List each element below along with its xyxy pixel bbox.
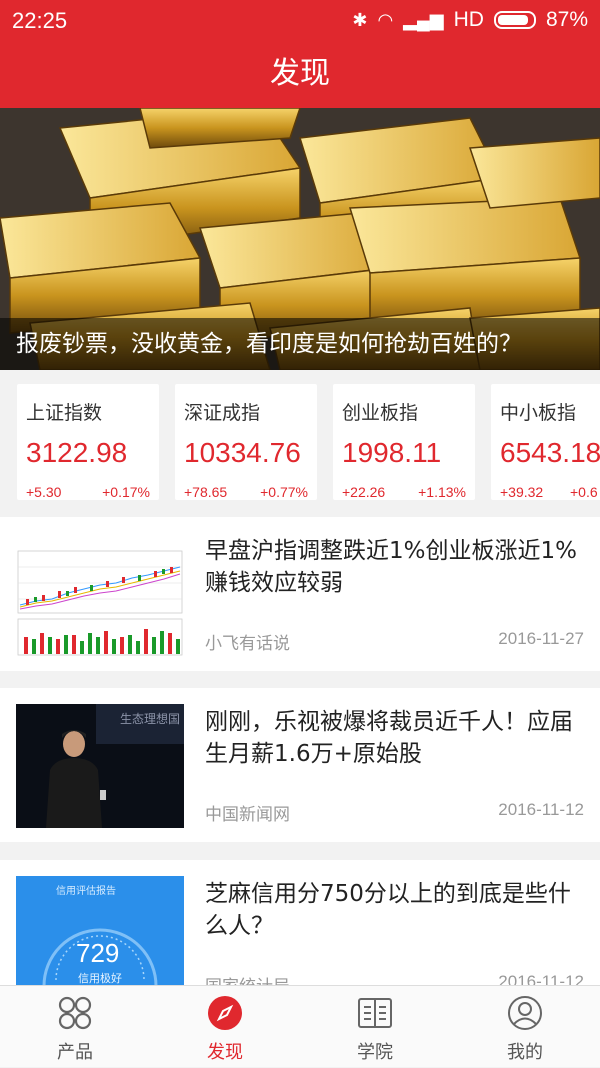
article-thumbnail: 信用评估报告 729 信用极好 (16, 876, 184, 1000)
article-source: 中国新闻网 (205, 805, 290, 825)
tab-label: 发现 (207, 1042, 243, 1063)
tab-label: 产品 (57, 1042, 93, 1063)
tab-academy[interactable]: 学院 (300, 986, 450, 1068)
grid-icon (58, 996, 92, 1030)
stock-chart-thumbnail (16, 533, 184, 657)
credit-score-value: 729 (76, 938, 120, 968)
index-name: 上证指数 (26, 402, 103, 424)
page-title: 发现 (0, 40, 600, 108)
index-value: 1998.11 (342, 437, 442, 468)
index-card[interactable]: 创业板指 1998.11 +22.26 +1.13% (333, 384, 475, 500)
article-date: 2016-11-12 (498, 800, 584, 819)
banner-carousel[interactable]: 报废钞票，没收黄金，看印度是如何抢劫百姓的？ (0, 108, 600, 370)
compass-icon (208, 996, 242, 1030)
index-change: +39.32 (500, 484, 544, 500)
tab-mine[interactable]: 我的 (450, 986, 600, 1068)
article-item[interactable]: 生态理想国 刚刚，乐视被爆将裁员近千人！应届生月薪1.6万+原始股 中国新闻网 … (0, 688, 600, 842)
network-type: HD (453, 8, 484, 31)
index-name: 深证成指 (184, 402, 261, 424)
article-thumbnail (16, 533, 184, 657)
index-value: 6543.18 (500, 437, 600, 468)
bluetooth-icon: ✱ (352, 9, 368, 30)
index-change: +22.26 (342, 484, 386, 500)
index-percent: +1.13% (418, 484, 466, 500)
status-time: 22:25 (12, 8, 68, 33)
index-percent: +0.17% (102, 484, 150, 500)
article-date: 2016-11-27 (498, 629, 584, 648)
index-change: +5.30 (26, 484, 62, 500)
index-value: 3122.98 (26, 437, 128, 468)
index-card[interactable]: 中小板指 6543.18 +39.32 +0.6 (491, 384, 600, 500)
index-name: 中小板指 (500, 402, 577, 424)
user-icon (508, 996, 542, 1030)
article-title: 芝麻信用分750分以上的到底是些什么人？ (205, 881, 571, 939)
index-name: 创业板指 (342, 402, 419, 424)
article-thumbnail: 生态理想国 (16, 704, 184, 828)
tab-products[interactable]: 产品 (0, 986, 150, 1068)
tab-label: 我的 (507, 1042, 543, 1063)
tab-label: 学院 (357, 1042, 393, 1063)
index-card[interactable]: 上证指数 3122.98 +5.30 +0.17% (17, 384, 159, 500)
wifi-icon: ◠ (377, 9, 394, 30)
index-percent: +0.6 (570, 484, 598, 500)
article-item[interactable]: 早盘沪指调整跌近1%创业板涨近1% 赚钱效应较弱 小飞有话说 2016-11-2… (0, 517, 600, 671)
banner-caption: 报废钞票，没收黄金，看印度是如何抢劫百姓的？ (0, 318, 600, 370)
index-card[interactable]: 深证成指 10334.76 +78.65 +0.77% (175, 384, 317, 500)
bottom-tab-bar: 产品 发现 学院 我的 (0, 985, 600, 1067)
credit-report-header: 信用评估报告 (56, 886, 116, 897)
article-source: 小飞有话说 (205, 634, 290, 654)
article-title: 刚刚，乐视被爆将裁员近千人！应届生月薪1.6万+原始股 (205, 709, 573, 767)
market-index-strip[interactable]: 上证指数 3122.98 +5.30 +0.17% 深证成指 10334.76 … (0, 370, 600, 516)
battery-icon (493, 11, 536, 29)
stage-backdrop-text: 生态理想国 (120, 712, 181, 726)
status-bar: 22:25 ✱ ◠ ▂▄▆ HD 87% (0, 0, 600, 40)
index-percent: +0.77% (260, 484, 308, 500)
article-title: 早盘沪指调整跌近1%创业板涨近1% 赚钱效应较弱 (205, 538, 577, 596)
tab-discover[interactable]: 发现 (150, 986, 300, 1068)
signal-icon: ▂▄▆ (403, 9, 444, 30)
book-icon (358, 998, 392, 1028)
credit-level-text: 信用极好 (78, 972, 122, 985)
index-value: 10334.76 (184, 437, 301, 468)
index-change: +78.65 (184, 484, 228, 500)
battery-percent: 87% (545, 8, 588, 31)
